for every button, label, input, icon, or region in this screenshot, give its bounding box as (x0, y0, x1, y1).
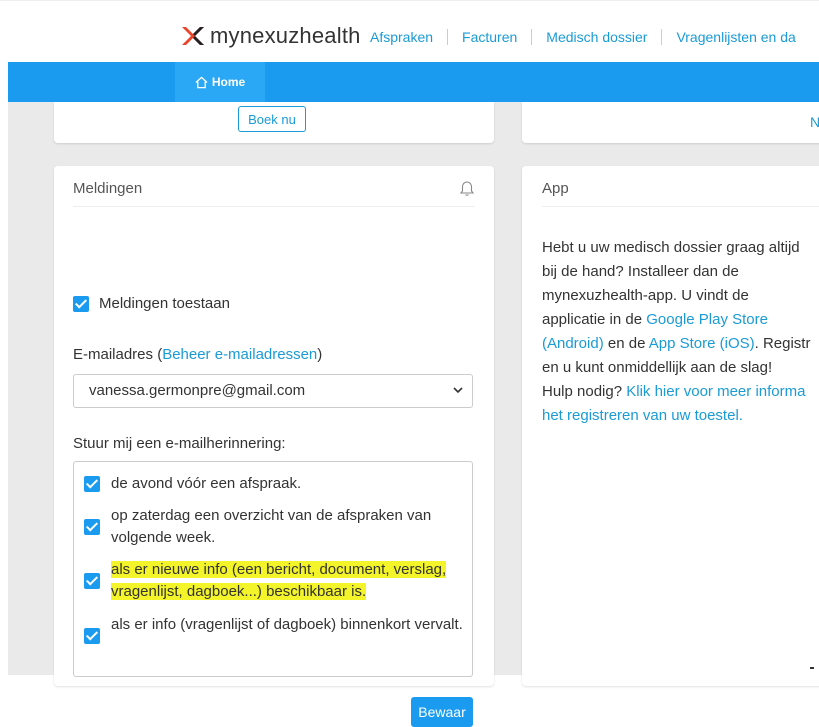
reminder-checkbox[interactable] (84, 628, 100, 644)
nav-vragenlijsten[interactable]: Vragenlijsten en da (676, 29, 795, 45)
reminder-option-label: als er info (vragenlijst of dagboek) bin… (111, 616, 463, 633)
nav-facturen[interactable]: Facturen (462, 29, 517, 45)
top-header: mynexuzhealth Afspraken Facturen Medisch… (0, 0, 819, 63)
boek-nu-button[interactable]: Boek nu (238, 106, 306, 132)
email-label-suffix: ) (317, 346, 323, 363)
reminder-option[interactable]: als er info (vragenlijst of dagboek) bin… (84, 614, 464, 658)
google-play-link[interactable]: Google Play Store (646, 311, 768, 328)
nav-divider (531, 29, 533, 45)
help-link[interactable]: Klik hier voor meer informa (626, 383, 805, 400)
title-divider (542, 206, 819, 207)
allow-checkbox[interactable] (73, 295, 89, 312)
highlighted-text: als er nieuwe info (een bericht, documen… (111, 561, 447, 600)
title-divider (73, 206, 475, 207)
app-card: App Hebt u uw medisch dossier graag alti… (522, 166, 819, 686)
app-text-line: en de (603, 335, 649, 352)
stray-mark (810, 667, 814, 669)
nav-afspraken[interactable]: Afspraken (370, 29, 433, 45)
appointment-card: Boek nu (54, 102, 494, 143)
reminder-checkbox[interactable] (84, 476, 100, 492)
content-area: Boek nu N Meldingen Meldingen toestaan E… (8, 102, 819, 727)
top-nav: Afspraken Facturen Medisch dossier Vrage… (370, 29, 796, 45)
app-text-line: applicatie in de (542, 311, 647, 328)
logo[interactable]: mynexuzhealth (178, 21, 361, 51)
chevron-down-icon (453, 387, 463, 394)
email-label-prefix: E-mailadres ( (73, 346, 163, 363)
meldingen-title: Meldingen (73, 180, 143, 197)
reminder-option[interactable]: als er nieuwe info (een bericht, documen… (84, 559, 464, 603)
app-text-line: en u kunt onmiddellijk aan de slag! (542, 359, 773, 376)
app-description: Hebt u uw medisch dossier graag altijd b… (542, 236, 819, 428)
email-select[interactable]: vanessa.germonpre@gmail.com (73, 374, 473, 408)
right-top-card: N (522, 102, 819, 143)
allow-label: Meldingen toestaan (99, 295, 230, 312)
nav-medisch-dossier[interactable]: Medisch dossier (546, 29, 647, 45)
main-nav-bar: Home (8, 62, 819, 102)
email-label: E-mailadres (Beheer e-mailadressen) (73, 346, 322, 363)
app-text-line: Hulp nodig? (542, 383, 627, 400)
home-label: Home (211, 75, 246, 89)
app-store-link[interactable]: App Store (iOS) (649, 335, 755, 352)
logo-text: mynexuzhealth (210, 23, 361, 48)
nav-divider (447, 29, 449, 45)
nav-divider (661, 29, 663, 45)
email-value: vanessa.germonpre@gmail.com (89, 382, 306, 399)
reminder-option-label: de avond vóór een afspraak. (111, 475, 302, 492)
app-text-line: . Registr (754, 335, 811, 352)
reminder-option-label: als er nieuwe info (een bericht, documen… (111, 559, 466, 603)
reminder-options: de avond vóór een afspraak. op zaterdag … (73, 461, 473, 677)
app-text-line: bij de hand? Installeer dan de (542, 263, 739, 280)
reminder-checkbox[interactable] (84, 573, 100, 589)
app-text-line: mynexuzhealth-app. U vindt de (542, 287, 749, 304)
help-link-continued[interactable]: het registreren van uw toestel. (542, 407, 743, 424)
google-play-link-android[interactable]: (Android) (542, 335, 604, 352)
reminder-option[interactable]: op zaterdag een overzicht van de afsprak… (84, 505, 464, 549)
reminder-checkbox[interactable] (84, 519, 100, 535)
right-card-link[interactable]: N (810, 114, 819, 130)
app-title: App (542, 180, 569, 197)
allow-notifications[interactable]: Meldingen toestaan (73, 295, 230, 312)
reminder-option-label: op zaterdag een overzicht van de afsprak… (111, 507, 432, 546)
reminder-option[interactable]: de avond vóór een afspraak. (84, 473, 464, 495)
bell-icon[interactable] (459, 180, 475, 198)
reminder-label: Stuur mij een e-mailherinnering: (73, 435, 286, 452)
nexuz-logo-icon (182, 27, 204, 45)
app-text-line: Hebt u uw medisch dossier graag altijd (542, 239, 800, 256)
home-icon (195, 76, 208, 88)
save-button[interactable]: Bewaar (411, 697, 473, 727)
manage-emails-link[interactable]: Beheer e-mailadressen (162, 346, 317, 363)
home-tab[interactable]: Home (175, 62, 265, 102)
meldingen-card: Meldingen Meldingen toestaan E-mailadres… (54, 166, 494, 727)
